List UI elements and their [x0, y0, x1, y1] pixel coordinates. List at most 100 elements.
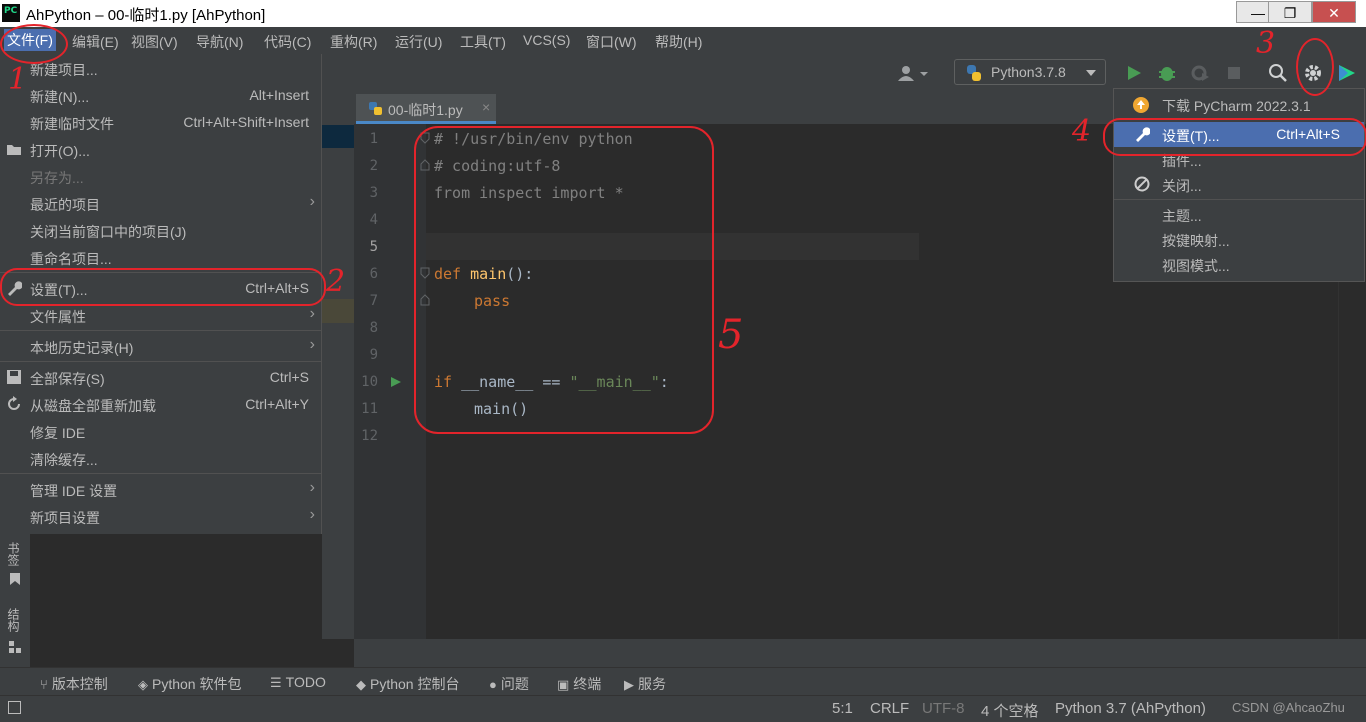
- annotation-number-1: 1: [8, 62, 28, 97]
- menu-bar: 文件(F) 编辑(E) 视图(V) 导航(N) 代码(C) 重构(R) 运行(U…: [0, 27, 1366, 54]
- menu-vcs[interactable]: VCS(S): [523, 32, 570, 48]
- python-file-icon: [369, 102, 382, 115]
- tool-window-problems[interactable]: ● 问题: [489, 674, 529, 694]
- menu-navigate[interactable]: 导航(N): [196, 32, 243, 52]
- menu-item-label: 新项目设置: [30, 510, 100, 526]
- menu-item-label: 主题...: [1162, 208, 1202, 224]
- menu-edit[interactable]: 编辑(E): [72, 32, 119, 52]
- tool-window-terminal[interactable]: ▣ 终端: [557, 674, 601, 694]
- tool-window-python-console[interactable]: ◆ Python 控制台: [356, 674, 459, 694]
- update-icon: [1133, 97, 1149, 113]
- tool-window-vcs[interactable]: ⑂ 版本控制: [40, 674, 108, 694]
- stop-icon[interactable]: [1226, 65, 1242, 81]
- menu-help[interactable]: 帮助(H): [655, 32, 702, 52]
- menu-item-label: 最近的项目: [30, 197, 100, 213]
- menu-item-label: 全部保存(S): [30, 371, 105, 387]
- toggle-tool-windows-icon[interactable]: [8, 701, 21, 714]
- menu-tools[interactable]: 工具(T): [460, 32, 506, 52]
- menu-item-keymap[interactable]: 按键映射...: [1114, 227, 1364, 252]
- menu-item-manage-ide-settings[interactable]: 管理 IDE 设置 ›: [0, 476, 321, 503]
- menu-separator: [0, 330, 321, 331]
- bookmarks-tab[interactable]: 书签: [6, 542, 22, 566]
- tab-00-temp1[interactable]: 00-临时1.py ×: [356, 94, 496, 124]
- title-bar: AhPython – 00-临时1.py [AhPython] — ❐ ✕: [0, 0, 1366, 27]
- menu-item-save-all[interactable]: 全部保存(S) Ctrl+S: [0, 364, 321, 391]
- menu-window[interactable]: 窗口(W): [586, 32, 637, 52]
- menu-item-label: 清除缓存...: [30, 452, 98, 468]
- jetbrains-toolbox-icon[interactable]: [1336, 62, 1358, 84]
- indent-setting[interactable]: 4 个空格: [981, 700, 1039, 721]
- menu-view[interactable]: 视图(V): [131, 32, 178, 52]
- menu-item-label: 另存为...: [30, 170, 84, 186]
- annotation-circle-settings-item: [0, 268, 326, 306]
- tab-close-icon[interactable]: ×: [482, 99, 490, 115]
- annotation-number-3: 3: [1256, 26, 1276, 61]
- menu-separator: [0, 361, 321, 362]
- coverage-icon[interactable]: [1190, 63, 1210, 83]
- structure-tab[interactable]: 结构: [6, 608, 22, 632]
- annotation-circle-gear-settings: [1103, 118, 1366, 156]
- menu-item-label: 下载 PyCharm 2022.3.1: [1162, 98, 1311, 114]
- tool-window-services[interactable]: ▶ 服务: [624, 674, 666, 694]
- menu-item-label: 本地历史记录(H): [30, 340, 134, 356]
- tool-window-label: TODO: [285, 674, 326, 690]
- menu-item-local-history[interactable]: 本地历史记录(H) ›: [0, 333, 321, 360]
- menu-item-theme[interactable]: 主题...: [1114, 202, 1364, 227]
- tool-window-python-packages[interactable]: ◈ Python 软件包: [138, 674, 241, 694]
- menu-item-new[interactable]: 新建(N)... Alt+Insert: [0, 82, 321, 109]
- annotation-number-2: 2: [326, 264, 346, 299]
- branch-icon: ⑂: [40, 677, 48, 692]
- caret-position[interactable]: 5:1: [832, 700, 853, 717]
- menu-item-new-scratch[interactable]: 新建临时文件 Ctrl+Alt+Shift+Insert: [0, 109, 321, 136]
- interpreter-status[interactable]: Python 3.7 (AhPython): [1055, 700, 1206, 717]
- tool-window-label: Python 软件包: [152, 676, 242, 692]
- run-configuration-select[interactable]: Python3.7.8: [954, 59, 1106, 85]
- structure-icon: [9, 641, 21, 653]
- account-button[interactable]: [896, 63, 932, 83]
- menu-item-label: 关闭...: [1162, 178, 1202, 194]
- tool-window-todo[interactable]: ☰ TODO: [270, 674, 326, 691]
- annotation-number-5: 5: [718, 312, 744, 358]
- tool-window-label: 服务: [638, 676, 666, 692]
- menu-item-view-mode[interactable]: 视图模式...: [1114, 252, 1364, 277]
- menu-item-recent-projects[interactable]: 最近的项目 ›: [0, 190, 321, 217]
- menu-code[interactable]: 代码(C): [264, 32, 311, 52]
- todo-icon: ☰: [270, 675, 282, 690]
- menu-item-open[interactable]: 打开(O)...: [0, 136, 321, 163]
- menu-item-close[interactable]: 关闭...: [1114, 172, 1364, 197]
- bookmark-icon: [10, 573, 20, 585]
- run-icon[interactable]: [1125, 64, 1143, 82]
- menu-item-shortcut: Ctrl+Alt+Y: [245, 396, 309, 412]
- menu-run[interactable]: 运行(U): [395, 32, 442, 52]
- menu-item-label: 文件属性: [30, 309, 86, 325]
- debug-icon[interactable]: [1157, 63, 1177, 83]
- menu-item-file-properties[interactable]: 文件属性 ›: [0, 302, 321, 329]
- annotation-circle-gear: [1296, 38, 1334, 96]
- tool-window-label: 问题: [500, 676, 529, 692]
- submenu-arrow-icon: ›: [309, 506, 315, 523]
- menu-item-invalidate-caches[interactable]: 清除缓存...: [0, 445, 321, 472]
- file-encoding[interactable]: UTF-8: [922, 700, 965, 717]
- menu-item-download-update[interactable]: 下载 PyCharm 2022.3.1: [1114, 92, 1364, 117]
- project-panel-edge: [322, 94, 354, 639]
- menu-item-close-project[interactable]: 关闭当前窗口中的项目(J): [0, 217, 321, 244]
- menu-refactor[interactable]: 重构(R): [330, 32, 377, 52]
- menu-item-reload-all[interactable]: 从磁盘全部重新加载 Ctrl+Alt+Y: [0, 391, 321, 418]
- menu-item-rename-project[interactable]: 重命名项目...: [0, 244, 321, 271]
- run-gutter-icon[interactable]: [390, 376, 402, 388]
- menu-item-repair-ide[interactable]: 修复 IDE: [0, 418, 321, 445]
- menu-item-label: 从磁盘全部重新加载: [30, 398, 156, 414]
- submenu-arrow-icon: ›: [309, 193, 315, 210]
- search-icon[interactable]: [1268, 63, 1288, 83]
- close-window-button[interactable]: ✕: [1312, 1, 1356, 23]
- line-separator[interactable]: CRLF: [870, 700, 909, 717]
- tool-window-label: 终端: [573, 676, 602, 692]
- packages-icon: ◈: [138, 677, 148, 692]
- folder-icon: [7, 145, 21, 155]
- project-highlight: [322, 299, 354, 323]
- tab-label: 00-临时1.py: [388, 102, 463, 118]
- menu-item-new-project-settings[interactable]: 新项目设置 ›: [0, 503, 321, 530]
- submenu-arrow-icon: ›: [309, 479, 315, 496]
- block-icon: [1134, 176, 1150, 192]
- maximize-button[interactable]: ❐: [1268, 1, 1312, 23]
